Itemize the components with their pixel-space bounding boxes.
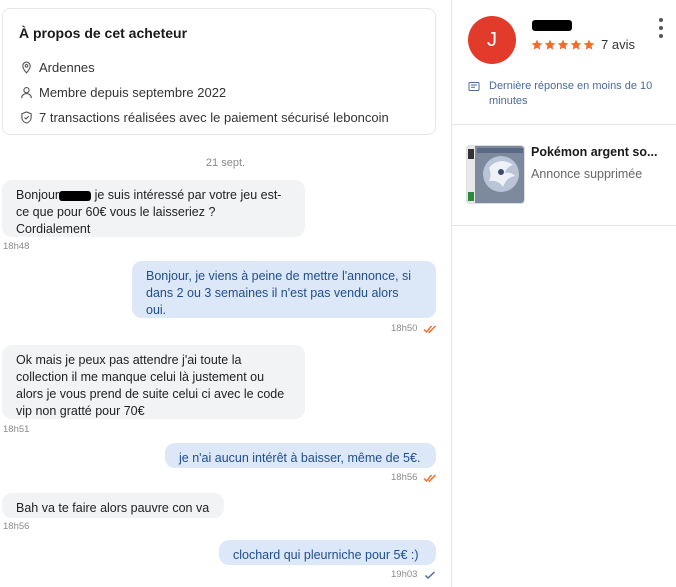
divider [452,124,676,125]
message-time: 18h56 [391,472,418,483]
location-pin-icon [19,61,33,75]
message-text: Bah va te faire alors pauvre con va [16,501,210,515]
message-time: 19h03 [391,569,418,580]
date-separator: 21 sept. [205,157,246,169]
double-check-read-icon [423,324,437,334]
location-row: Ardennes [19,55,421,80]
reviews-count: 7 avis [601,37,635,52]
more-options-icon[interactable] [658,18,664,38]
rating-stars[interactable]: 7 avis [531,37,635,52]
listing-card[interactable]: Pokémon argent so... Annonce supprimée [466,145,659,204]
message-incoming: Ok mais je peux pas attendre j'ai toute … [2,345,305,419]
message-text: je n'ai aucun intérêt à baisser, même de… [179,451,421,465]
avatar[interactable]: J [468,16,516,64]
message-icon [468,82,480,91]
listing-status: Annonce supprimée [531,167,643,181]
message-meta: 19h03 [391,569,437,580]
star-icon [531,39,543,50]
user-icon [19,86,33,100]
double-check-read-icon [423,473,437,483]
member-since-text: Membre depuis septembre 2022 [39,85,227,100]
message-text: Bonjour, je viens à peine de mettre l'an… [146,269,412,317]
message-time: 18h51 [3,424,30,435]
reply-time-info: Dernière réponse en moins de 10 minutes [468,79,668,109]
location-text: Ardennes [39,60,95,75]
message-outgoing: Bonjour, je viens à peine de mettre l'an… [132,261,436,318]
star-icon [583,39,595,50]
divider [452,225,676,226]
message-meta: 18h50 [391,323,437,334]
seller-panel: J 7 avis Dernière réponse en moins de 10… [451,0,676,587]
reply-time-text: Dernière réponse en moins de 10 minutes [489,80,653,107]
listing-thumbnail[interactable] [466,145,525,204]
message-time: 18h50 [391,323,418,334]
star-icon [570,39,582,50]
star-icon [557,39,569,50]
message-incoming: Bah va te faire alors pauvre con va [2,493,224,518]
message-outgoing: je n'ai aucun intérêt à baisser, même de… [165,443,436,468]
message-text: Ok mais je peux pas attendre j'ai toute … [16,353,285,418]
message-time: 18h56 [3,521,30,532]
star-icon [544,39,556,50]
single-check-sent-icon [423,570,437,580]
message-text-part: Bonjour [16,188,60,202]
redacted-name [59,190,92,201]
message-incoming: Bonjour je suis intéressé par votre jeu … [2,180,305,237]
message-time: 18h48 [3,241,30,252]
conversation-panel: À propos de cet acheteur Ardennes Membre… [0,0,451,587]
shield-icon [19,111,33,125]
message-meta: 18h56 [391,472,437,483]
transactions-row: 7 transactions réalisées avec le paiemen… [19,105,421,130]
redacted-seller-name [532,20,572,31]
about-title: À propos de cet acheteur [19,25,188,41]
listing-title[interactable]: Pokémon argent so... [531,145,659,159]
message-text: clochard qui pleurniche pour 5€ :) [233,548,419,562]
member-since-row: Membre depuis septembre 2022 [19,80,421,105]
message-outgoing: clochard qui pleurniche pour 5€ :) [219,540,436,565]
transactions-text: 7 transactions réalisées avec le paiemen… [39,110,389,125]
buyer-about-card: À propos de cet acheteur Ardennes Membre… [2,8,436,135]
